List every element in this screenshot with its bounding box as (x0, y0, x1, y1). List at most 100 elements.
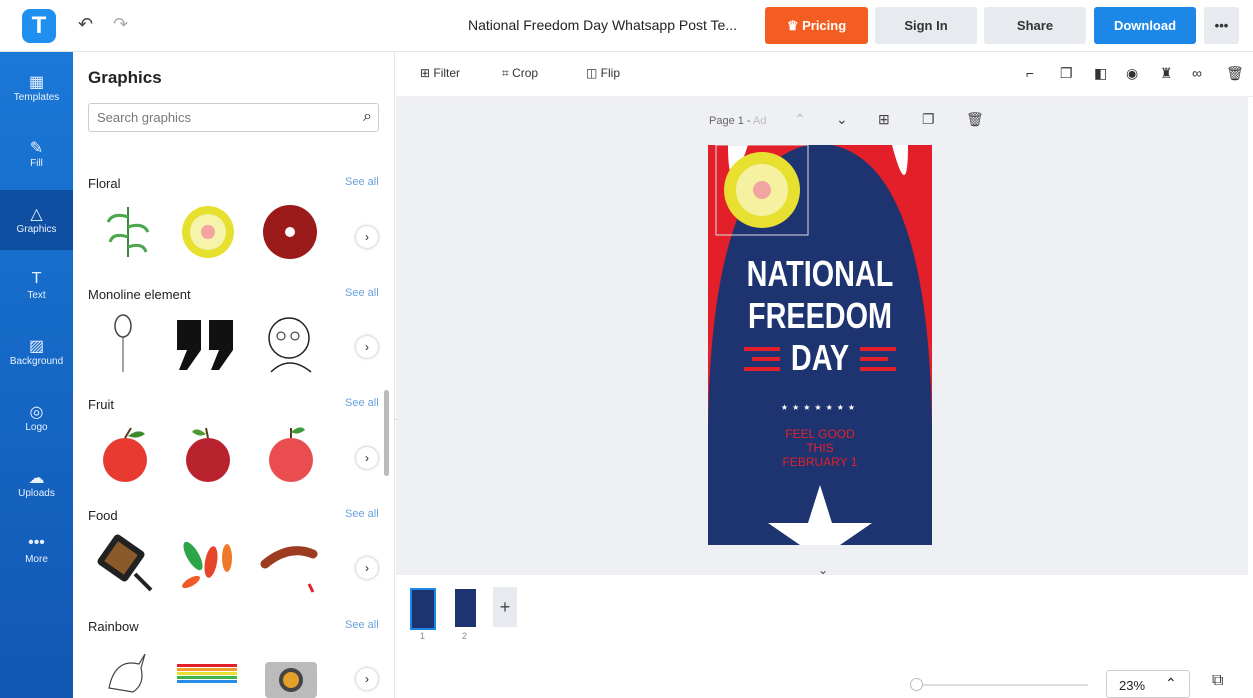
zoom-level-box[interactable]: 23% ⌃ (1106, 670, 1190, 698)
grill-pan-graphic[interactable] (95, 534, 155, 594)
panel-scrollbar[interactable] (384, 390, 389, 476)
page-down-icon[interactable]: ⌄ (836, 111, 848, 128)
sign-in-button[interactable]: Sign In (875, 7, 977, 44)
link-icon[interactable]: ∞ (1192, 65, 1202, 81)
cloud-upload-icon: ☁ (28, 470, 45, 487)
crop-button[interactable]: ⌗ Crop (502, 66, 538, 81)
design-subtitle-1[interactable]: FEEL GOOD (708, 427, 932, 441)
red-apple-graphic[interactable] (178, 424, 238, 484)
search-placeholder: Search graphics (97, 110, 191, 125)
delete-page-icon[interactable]: 🗑 (966, 111, 984, 128)
zoom-slider-track[interactable] (910, 684, 1088, 686)
design-title-line3[interactable]: DAY (730, 337, 909, 379)
image-toolbar: ⊞ Filter ⌗ Crop ◫ Flip ⌐ ❐ ◧ ◉ ♜ ∞ 🗑 (396, 52, 1253, 97)
section-title-monoline: Monoline element (88, 287, 191, 302)
leaf-graphic[interactable] (98, 202, 158, 262)
app-logo[interactable]: T (22, 9, 56, 43)
design-subtitle-3[interactable]: FEBRUARY 1 (708, 455, 932, 469)
delete-icon[interactable]: 🗑 (1226, 65, 1244, 82)
redo-icon[interactable]: ↷ (113, 14, 128, 35)
page-thumb-1-number: 1 (420, 631, 426, 641)
balloon-graphic[interactable] (93, 314, 153, 374)
shapes-icon: △ (30, 206, 43, 223)
design-title-line1[interactable]: NATIONAL (730, 253, 909, 295)
more-options-button[interactable]: ••• (1204, 7, 1239, 44)
download-button[interactable]: Download (1094, 7, 1196, 44)
zoom-bar: 23% ⌃ ⧉ (396, 660, 1253, 698)
search-input[interactable]: Search graphics ⌕ (88, 103, 379, 132)
page-thumb-2[interactable] (455, 589, 476, 627)
zoom-level: 23% (1119, 678, 1146, 693)
nav-background[interactable]: ▨ Background (0, 322, 73, 382)
see-all-monoline[interactable]: See all (345, 287, 379, 299)
paint-roller-icon[interactable]: ⌐ (1026, 65, 1034, 81)
opacity-icon[interactable]: ◉ (1126, 65, 1138, 82)
daisy-graphic[interactable] (178, 202, 238, 262)
page-label: Page 1 - Ad (709, 115, 767, 127)
document-title[interactable]: National Freedom Day Whatsapp Post Te... (468, 17, 737, 33)
see-all-fruit[interactable]: See all (345, 397, 379, 409)
page-thumb-2-number: 2 (462, 631, 468, 641)
leaves-graphic[interactable] (177, 534, 237, 594)
chevron-right-icon[interactable]: › (356, 668, 378, 690)
copy-page-icon[interactable]: ❐ (922, 111, 935, 128)
doodle-face-graphic[interactable] (261, 314, 321, 374)
pricing-button[interactable]: ♛ Pricing (765, 7, 868, 44)
nav-templates[interactable]: ▦ Templates (0, 58, 73, 118)
page-thumb-1[interactable] (410, 588, 436, 630)
lock-icon[interactable]: ♜ (1160, 65, 1173, 82)
section-title-floral: Floral (88, 176, 121, 191)
chevron-right-icon[interactable]: › (356, 336, 378, 358)
design-canvas[interactable]: NATIONAL FREEDOM DAY ★★★★★★★ FEEL GOOD T… (708, 145, 932, 545)
page-up-icon[interactable]: ⌃ (794, 111, 806, 128)
camera-graphic[interactable] (261, 648, 321, 698)
section-title-rainbow: Rainbow (88, 619, 139, 634)
canvas-area: Page 1 - Ad ⌃ ⌄ ⊞ ❐ 🗑 NATIONAL FREEDOM D… (396, 97, 1248, 577)
pink-apple-graphic[interactable] (261, 424, 321, 484)
see-all-food[interactable]: See all (345, 508, 379, 520)
undo-icon[interactable]: ↶ (78, 14, 93, 35)
design-subtitle-2[interactable]: THIS (708, 441, 932, 455)
unicorn-graphic[interactable] (95, 648, 155, 698)
pencil-icon: ✎ (29, 140, 44, 157)
zoom-slider-handle[interactable] (910, 678, 923, 691)
nav-logo[interactable]: ◎ Logo (0, 388, 73, 448)
sausage-graphic[interactable] (259, 534, 319, 594)
flip-icon: ◫ (586, 66, 601, 80)
crown-icon: ♛ (786, 18, 803, 33)
templates-icon: ▦ (28, 74, 45, 91)
layers-icon[interactable]: ◧ (1094, 65, 1107, 82)
share-button[interactable]: Share (984, 7, 1086, 44)
graphics-panel: Graphics Search graphics ⌕ Floral See al… (73, 52, 395, 698)
rainbow-stripes-graphic[interactable] (177, 648, 237, 698)
left-nav: ▦ Templates ✎ Fill △ Graphics T Text ▨ Backgr… (0, 52, 73, 698)
duplicate-icon[interactable]: ❐ (1060, 65, 1073, 82)
see-all-floral[interactable]: See all (345, 176, 379, 188)
see-all-rainbow[interactable]: See all (345, 619, 379, 631)
nav-fill[interactable]: ✎ Fill (0, 124, 73, 184)
nav-more[interactable]: ••• More (0, 520, 73, 580)
apple-graphic[interactable] (95, 424, 155, 484)
red-flower-graphic[interactable] (260, 202, 320, 262)
page-count-icon[interactable]: ⧉ (1212, 672, 1223, 690)
quote-marks-graphic[interactable] (175, 314, 235, 374)
chevron-right-icon[interactable]: › (356, 447, 378, 469)
panel-title: Graphics (88, 68, 162, 87)
section-title-fruit: Fruit (88, 397, 114, 412)
more-icon: ••• (28, 534, 45, 551)
flip-button[interactable]: ◫ Flip (586, 66, 620, 80)
chevron-right-icon[interactable]: › (356, 226, 378, 248)
section-title-food: Food (88, 508, 118, 523)
nav-graphics[interactable]: △ Graphics (0, 190, 73, 250)
add-page-button[interactable]: + (493, 587, 517, 627)
search-icon[interactable]: ⌕ (363, 108, 372, 126)
chevron-up-icon[interactable]: ⌃ (1165, 675, 1177, 692)
nav-text[interactable]: T Text (0, 256, 73, 316)
top-bar: T ↶ ↷ National Freedom Day Whatsapp Post… (0, 0, 1253, 52)
nav-uploads[interactable]: ☁ Uploads (0, 454, 73, 514)
design-stars: ★★★★★★★ (780, 403, 860, 412)
add-page-icon[interactable]: ⊞ (878, 111, 890, 128)
design-title-line2[interactable]: FREEDOM (730, 295, 909, 337)
filter-button[interactable]: ⊞ Filter (420, 66, 460, 80)
chevron-right-icon[interactable]: › (356, 557, 378, 579)
